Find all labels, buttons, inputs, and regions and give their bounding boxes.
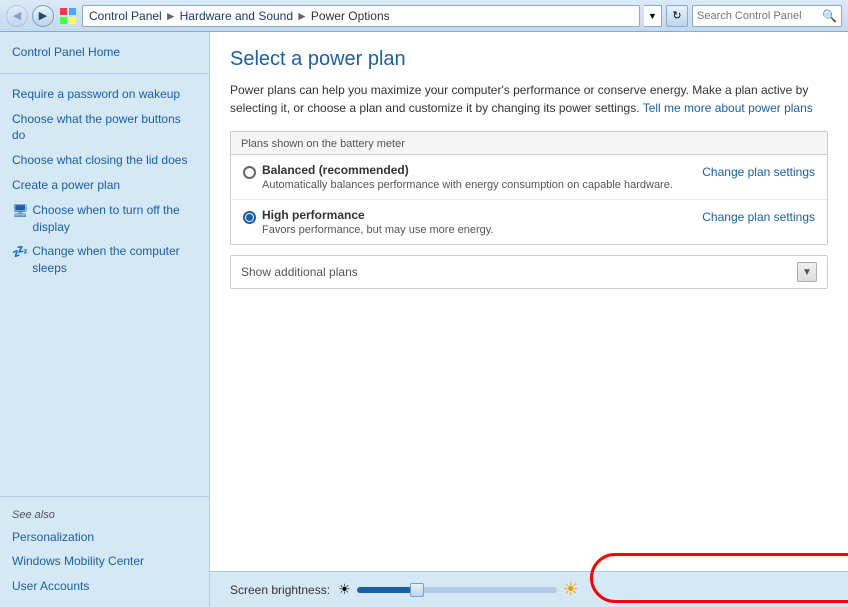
search-input[interactable] xyxy=(697,10,822,22)
plan-high-performance-name: High performance xyxy=(262,208,494,222)
forward-button[interactable]: ▶ xyxy=(32,5,54,27)
main-layout: Control Panel Home Require a password on… xyxy=(0,32,848,607)
sun-small-icon: ☀ xyxy=(338,581,351,598)
back-button[interactable]: ◀ xyxy=(6,5,28,27)
additional-plans-label: Show additional plans xyxy=(241,265,358,279)
plan-high-performance-change-link[interactable]: Change plan settings xyxy=(702,210,815,224)
plan-high-performance-desc: Favors performance, but may use more ene… xyxy=(262,224,494,236)
sidebar-label-require-password: Require a password on wakeup xyxy=(12,86,180,103)
sidebar-label-closing-lid: Choose what closing the lid does xyxy=(12,152,187,169)
sidebar-item-personalization[interactable]: Personalization xyxy=(0,525,209,550)
sidebar-nav: Control Panel Home Require a password on… xyxy=(0,40,209,488)
sidebar-label-home: Control Panel Home xyxy=(12,44,120,61)
plan-balanced-desc: Automatically balances performance with … xyxy=(262,179,673,191)
plan-balanced: Balanced (recommended) Automatically bal… xyxy=(231,155,827,200)
sidebar-label-personalization: Personalization xyxy=(12,529,94,546)
page-title: Select a power plan xyxy=(230,48,828,71)
sidebar-label-power-buttons: Choose what the power buttons do xyxy=(12,111,197,145)
sidebar-item-turn-off-display[interactable]: 🖥 Choose when to turn off the display xyxy=(0,198,209,240)
brightness-bar: Screen brightness: ☀ ☀ xyxy=(210,571,848,607)
windows-logo-icon xyxy=(58,6,78,26)
sidebar-item-mobility-center[interactable]: Windows Mobility Center xyxy=(0,549,209,574)
brightness-slider-fill xyxy=(357,587,417,593)
plans-header: Plans shown on the battery meter xyxy=(231,132,827,155)
breadcrumb-dropdown[interactable]: ▼ xyxy=(644,5,662,27)
plan-high-performance: High performance Favors performance, but… xyxy=(231,200,827,244)
title-bar: ◀ ▶ Control Panel ► Hardware and Sound ►… xyxy=(0,0,848,32)
brightness-label: Screen brightness: xyxy=(230,583,330,597)
sidebar-item-computer-sleeps[interactable]: 💤 Change when the computer sleeps xyxy=(0,239,209,281)
content-area: Select a power plan Power plans can help… xyxy=(210,32,848,607)
breadcrumb-control-panel[interactable]: Control Panel xyxy=(89,9,162,23)
sidebar-label-turn-off-display: Choose when to turn off the display xyxy=(33,202,197,236)
see-also-section: See also Personalization Windows Mobilit… xyxy=(0,488,209,599)
search-icon: 🔍 xyxy=(822,9,837,23)
plan-balanced-name: Balanced (recommended) xyxy=(262,163,673,177)
sidebar-label-mobility-center: Windows Mobility Center xyxy=(12,553,144,570)
sidebar-divider-2 xyxy=(0,496,209,497)
plan-high-performance-radio[interactable] xyxy=(243,211,256,224)
additional-plans-toggle[interactable]: Show additional plans ▼ xyxy=(230,255,828,289)
sidebar-divider-1 xyxy=(0,73,209,74)
breadcrumb-current: Power Options xyxy=(311,9,390,23)
intro-link[interactable]: Tell me more about power plans xyxy=(643,101,813,115)
plans-section: Plans shown on the battery meter Balance… xyxy=(230,131,828,245)
refresh-button[interactable]: ↻ xyxy=(666,5,688,27)
plan-balanced-change-link[interactable]: Change plan settings xyxy=(702,165,815,179)
sidebar-item-require-password[interactable]: Require a password on wakeup xyxy=(0,82,209,107)
brightness-thumb[interactable] xyxy=(410,583,424,597)
sidebar-item-closing-lid[interactable]: Choose what closing the lid does xyxy=(0,148,209,173)
plan-balanced-radio[interactable] xyxy=(243,166,256,179)
brightness-slider[interactable] xyxy=(357,587,557,593)
sidebar-label-computer-sleeps: Change when the computer sleeps xyxy=(32,243,197,277)
sidebar: Control Panel Home Require a password on… xyxy=(0,32,210,607)
sidebar-label-create-plan: Create a power plan xyxy=(12,177,120,194)
sleep-icon: 💤 xyxy=(12,243,28,261)
sidebar-item-user-accounts[interactable]: User Accounts xyxy=(0,574,209,599)
search-box[interactable]: 🔍 xyxy=(692,5,842,27)
display-icon: 🖥 xyxy=(12,202,29,220)
sidebar-item-create-plan[interactable]: Create a power plan xyxy=(0,173,209,198)
breadcrumb-hardware[interactable]: Hardware and Sound xyxy=(180,9,293,23)
see-also-label: See also xyxy=(0,505,209,525)
sun-large-icon: ☀ xyxy=(563,579,579,600)
sidebar-item-home[interactable]: Control Panel Home xyxy=(0,40,209,65)
chevron-down-icon: ▼ xyxy=(797,262,817,282)
sidebar-label-user-accounts: User Accounts xyxy=(12,578,89,595)
sidebar-item-power-buttons[interactable]: Choose what the power buttons do xyxy=(0,107,209,149)
breadcrumb-bar: Control Panel ► Hardware and Sound ► Pow… xyxy=(82,5,640,27)
intro-text: Power plans can help you maximize your c… xyxy=(230,81,828,117)
